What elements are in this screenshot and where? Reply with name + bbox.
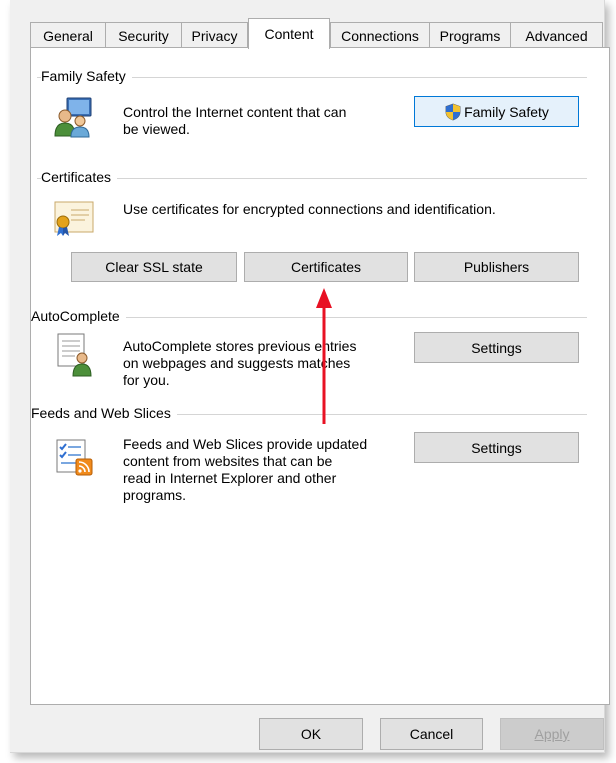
family-safety-text-line-2: be viewed. <box>123 121 190 137</box>
publishers-button[interactable]: Publishers <box>414 252 579 282</box>
certificates-title: Certificates <box>41 169 118 185</box>
tab-general[interactable]: General <box>30 22 106 48</box>
family-safety-button-label: Family Safety <box>464 103 549 120</box>
feeds-checklist-icon <box>55 438 95 478</box>
clear-ssl-state-button[interactable]: Clear SSL state <box>71 252 237 282</box>
tab-strip: General Security Privacy Content Connect… <box>20 0 610 49</box>
autocomplete-text-line-3: for you. <box>123 372 170 388</box>
uac-shield-icon <box>444 103 462 121</box>
certificate-icon <box>51 198 97 238</box>
tab-programs[interactable]: Programs <box>429 22 511 48</box>
feeds-text-line-4: programs. <box>123 487 187 503</box>
internet-options-dialog: General Security Privacy Content Connect… <box>10 0 610 753</box>
feeds-text-line-2: content from websites that can be <box>123 453 333 469</box>
feeds-text-line-1: Feeds and Web Slices provide updated <box>123 436 368 452</box>
tab-privacy[interactable]: Privacy <box>181 22 248 48</box>
feeds-settings-button[interactable]: Settings <box>414 432 579 463</box>
red-annotation-arrow <box>314 288 334 428</box>
family-users-icon <box>53 96 95 138</box>
feeds-text-line-3: read in Internet Explorer and other <box>123 470 337 486</box>
autocomplete-icon <box>55 332 95 378</box>
tab-connections[interactable]: Connections <box>330 22 430 48</box>
certificates-button[interactable]: Certificates <box>244 252 408 282</box>
family-safety-title: Family Safety <box>41 68 132 84</box>
family-safety-text-line-1: Control the Internet content that can <box>123 104 347 120</box>
apply-button[interactable]: Apply <box>500 718 604 750</box>
tab-security[interactable]: Security <box>105 22 182 48</box>
cancel-button[interactable]: Cancel <box>380 718 483 750</box>
autocomplete-title: AutoComplete <box>31 308 126 324</box>
family-safety-button[interactable]: Family Safety <box>414 96 579 127</box>
ok-button[interactable]: OK <box>259 718 363 750</box>
certificates-divider <box>37 178 587 179</box>
tab-advanced[interactable]: Advanced <box>510 22 603 48</box>
certificates-description: Use certificates for encrypted connectio… <box>123 201 496 217</box>
autocomplete-settings-button[interactable]: Settings <box>414 332 579 363</box>
tab-content[interactable]: Content <box>248 18 330 49</box>
feeds-title: Feeds and Web Slices <box>31 405 177 421</box>
content-tab-panel: Family Safety Control the Internet conte… <box>30 47 610 705</box>
